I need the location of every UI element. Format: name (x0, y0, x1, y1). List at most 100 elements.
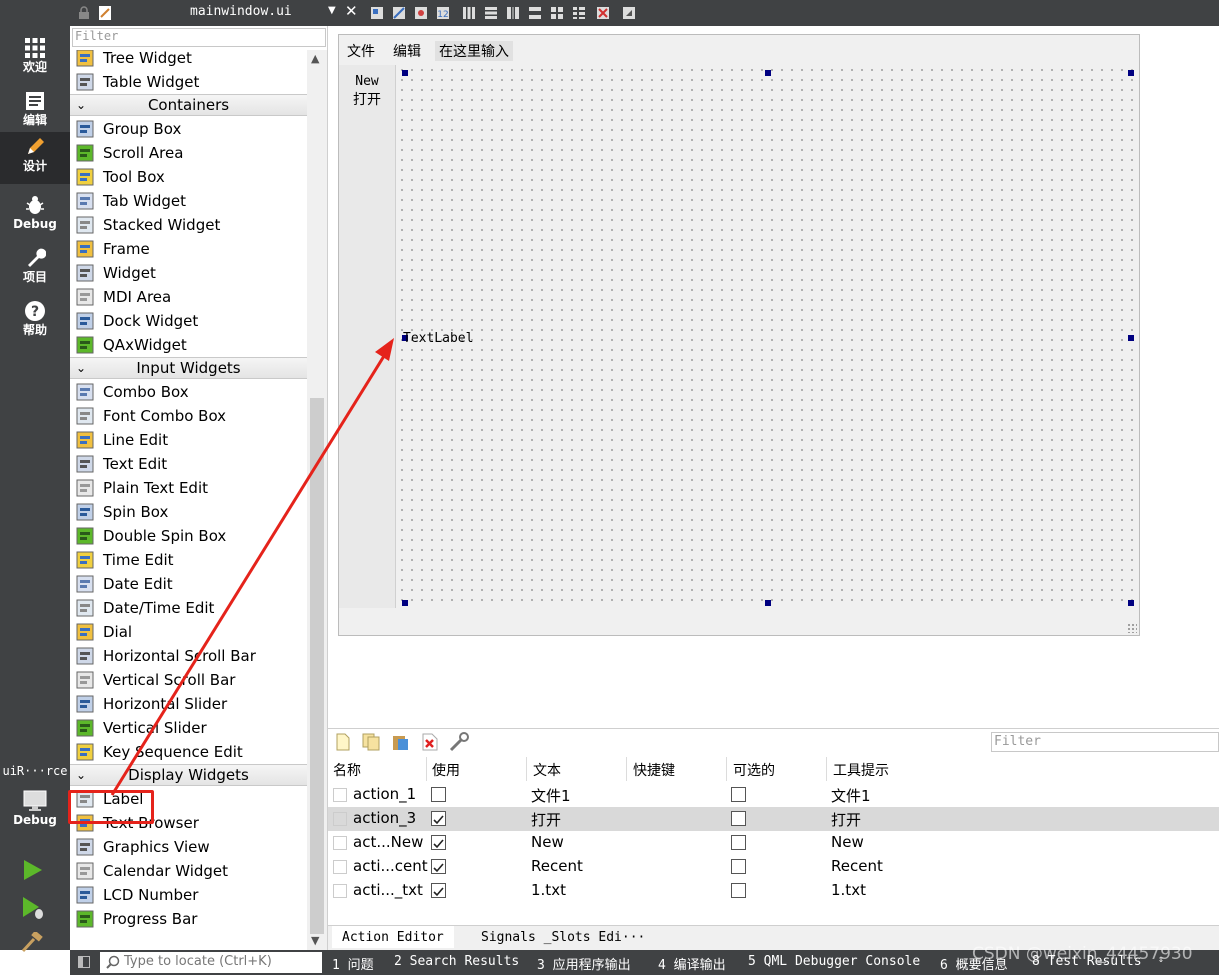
widget-item[interactable]: Group Box (70, 117, 307, 141)
pane-search-results[interactable]: 2 Search Results (394, 954, 519, 969)
mode-edit[interactable]: 编辑 (0, 86, 70, 138)
widget-item[interactable]: Horizontal Scroll Bar (70, 644, 307, 668)
column-header-text[interactable]: 文本 (533, 760, 561, 780)
widget-item[interactable]: Date/Time Edit (70, 596, 307, 620)
text-label-widget[interactable]: TextLabel (403, 331, 473, 346)
widget-item[interactable]: Dial (70, 620, 307, 644)
widget-item[interactable]: Horizontal Slider (70, 692, 307, 716)
widget-item[interactable]: Scroll Area (70, 141, 307, 165)
widget-item[interactable]: Progress Bar (70, 907, 307, 931)
widget-item[interactable]: Text Edit (70, 452, 307, 476)
layout-splitter-v-icon[interactable] (528, 6, 542, 20)
break-layout-icon[interactable] (596, 6, 610, 20)
widget-item[interactable]: Key Sequence Edit (70, 740, 307, 764)
layout-vertical-icon[interactable] (484, 6, 498, 20)
checkable-checkbox[interactable] (731, 787, 746, 802)
central-widget[interactable]: TextLabel (397, 65, 1139, 608)
scroll-up-arrow-icon[interactable]: ▲ (311, 52, 319, 65)
mode-design[interactable]: 设计 (0, 132, 70, 184)
checkable-checkbox[interactable] (731, 835, 746, 850)
mode-welcome[interactable]: 欢迎 (0, 33, 70, 85)
column-header-shortcut[interactable]: 快捷键 (633, 760, 675, 780)
widget-item[interactable]: Spin Box (70, 500, 307, 524)
table-row[interactable]: action_3 打开 打开 (328, 807, 1219, 831)
widget-item[interactable]: Stacked Widget (70, 213, 307, 237)
delete-action-icon[interactable] (422, 733, 438, 751)
widget-category[interactable]: ⌄ Display Widgets (70, 764, 307, 786)
widget-item[interactable]: Tool Box (70, 165, 307, 189)
widget-item[interactable]: MDI Area (70, 285, 307, 309)
widget-item[interactable]: Table Widget (70, 70, 307, 94)
scroll-down-arrow-icon[interactable]: ▼ (311, 934, 319, 947)
layout-horizontal-icon[interactable] (462, 6, 476, 20)
locator-input[interactable]: Type to locate (Ctrl+K) (100, 952, 322, 973)
mode-help[interactable]: ? 帮助 (0, 296, 70, 348)
adjust-size-icon[interactable] (622, 6, 636, 20)
used-checkbox[interactable] (431, 787, 446, 802)
run-icon[interactable] (20, 858, 44, 882)
size-grip[interactable] (1127, 623, 1137, 633)
widget-item[interactable]: Calendar Widget (70, 859, 307, 883)
widget-item[interactable]: Dock Widget (70, 309, 307, 333)
close-icon[interactable]: ✕ (345, 2, 358, 20)
pane-compile-output[interactable]: 4 编译输出 (658, 954, 726, 973)
resize-handle[interactable] (1128, 335, 1134, 341)
kit-selector[interactable]: Debug (0, 786, 70, 838)
used-checkbox[interactable] (431, 883, 446, 898)
checkable-checkbox[interactable] (731, 883, 746, 898)
widget-item[interactable]: Vertical Slider (70, 716, 307, 740)
widget-item[interactable]: Combo Box (70, 380, 307, 404)
resize-handle[interactable] (765, 600, 771, 606)
resize-handle[interactable] (402, 70, 408, 76)
column-separator[interactable] (526, 757, 527, 781)
widget-item[interactable]: Double Spin Box (70, 524, 307, 548)
build-hammer-icon[interactable] (20, 932, 44, 952)
layout-splitter-h-icon[interactable] (506, 6, 520, 20)
column-header-used[interactable]: 使用 (432, 760, 460, 780)
column-separator[interactable] (726, 757, 727, 781)
resize-handle[interactable] (765, 70, 771, 76)
widget-item[interactable]: Font Combo Box (70, 404, 307, 428)
table-row[interactable]: action_1 文件1 文件1 (328, 783, 1219, 807)
file-dropdown-icon[interactable]: ▼ (328, 5, 336, 16)
paste-action-icon[interactable] (392, 733, 410, 751)
widget-item[interactable]: Vertical Scroll Bar (70, 668, 307, 692)
configure-action-icon[interactable] (448, 732, 470, 752)
main-window-form[interactable]: 文件 编辑 在这里输入 New 打开 TextLabel (338, 34, 1140, 636)
mode-debug[interactable]: Debug (0, 190, 70, 242)
tab-signals-slots-editor[interactable]: Signals _Slots Edi··· (481, 930, 645, 945)
column-header-name[interactable]: 名称 (333, 760, 361, 780)
widget-filter-input[interactable]: Filter (72, 28, 326, 47)
used-checkbox[interactable] (431, 859, 446, 874)
pane-application-output[interactable]: 3 应用程序输出 (537, 954, 631, 973)
widget-item[interactable]: QAxWidget (70, 333, 307, 357)
widget-category[interactable]: ⌄ Containers (70, 94, 307, 116)
open-file-title[interactable]: mainwindow.ui (190, 4, 292, 19)
column-separator[interactable] (826, 757, 827, 781)
menu-type-here[interactable]: 在这里输入 (435, 41, 513, 61)
widget-list-scrollbar[interactable]: ▲ ▼ (307, 50, 327, 950)
widget-item[interactable]: Time Edit (70, 548, 307, 572)
widget-item[interactable]: Plain Text Edit (70, 476, 307, 500)
table-row[interactable]: acti...cent Recent Recent (328, 855, 1219, 879)
column-header-checkable[interactable]: 可选的 (733, 760, 775, 780)
new-action-icon[interactable] (336, 733, 350, 751)
widget-item[interactable]: Tab Widget (70, 189, 307, 213)
column-separator[interactable] (626, 757, 627, 781)
widget-item[interactable]: Graphics View (70, 835, 307, 859)
pane-qml-debugger-console[interactable]: 5 QML Debugger Console (748, 954, 920, 969)
tab-action-editor[interactable]: Action Editor (332, 926, 454, 948)
debug-run-icon[interactable] (20, 895, 46, 921)
widget-item[interactable]: Date Edit (70, 572, 307, 596)
menu-edit[interactable]: 编辑 (393, 41, 421, 61)
widget-item[interactable]: Line Edit (70, 428, 307, 452)
toolbar-new-open-button[interactable]: New 打开 (343, 73, 391, 109)
widget-item[interactable]: Tree Widget (70, 50, 307, 70)
used-checkbox[interactable] (431, 835, 446, 850)
toggle-sidebar-icon[interactable] (78, 956, 90, 968)
resize-handle[interactable] (1128, 70, 1134, 76)
menu-file[interactable]: 文件 (347, 41, 375, 61)
table-row[interactable]: act...New New New (328, 831, 1219, 855)
kit-selector-name[interactable]: uiR···rce (0, 764, 70, 778)
checkable-checkbox[interactable] (731, 811, 746, 826)
